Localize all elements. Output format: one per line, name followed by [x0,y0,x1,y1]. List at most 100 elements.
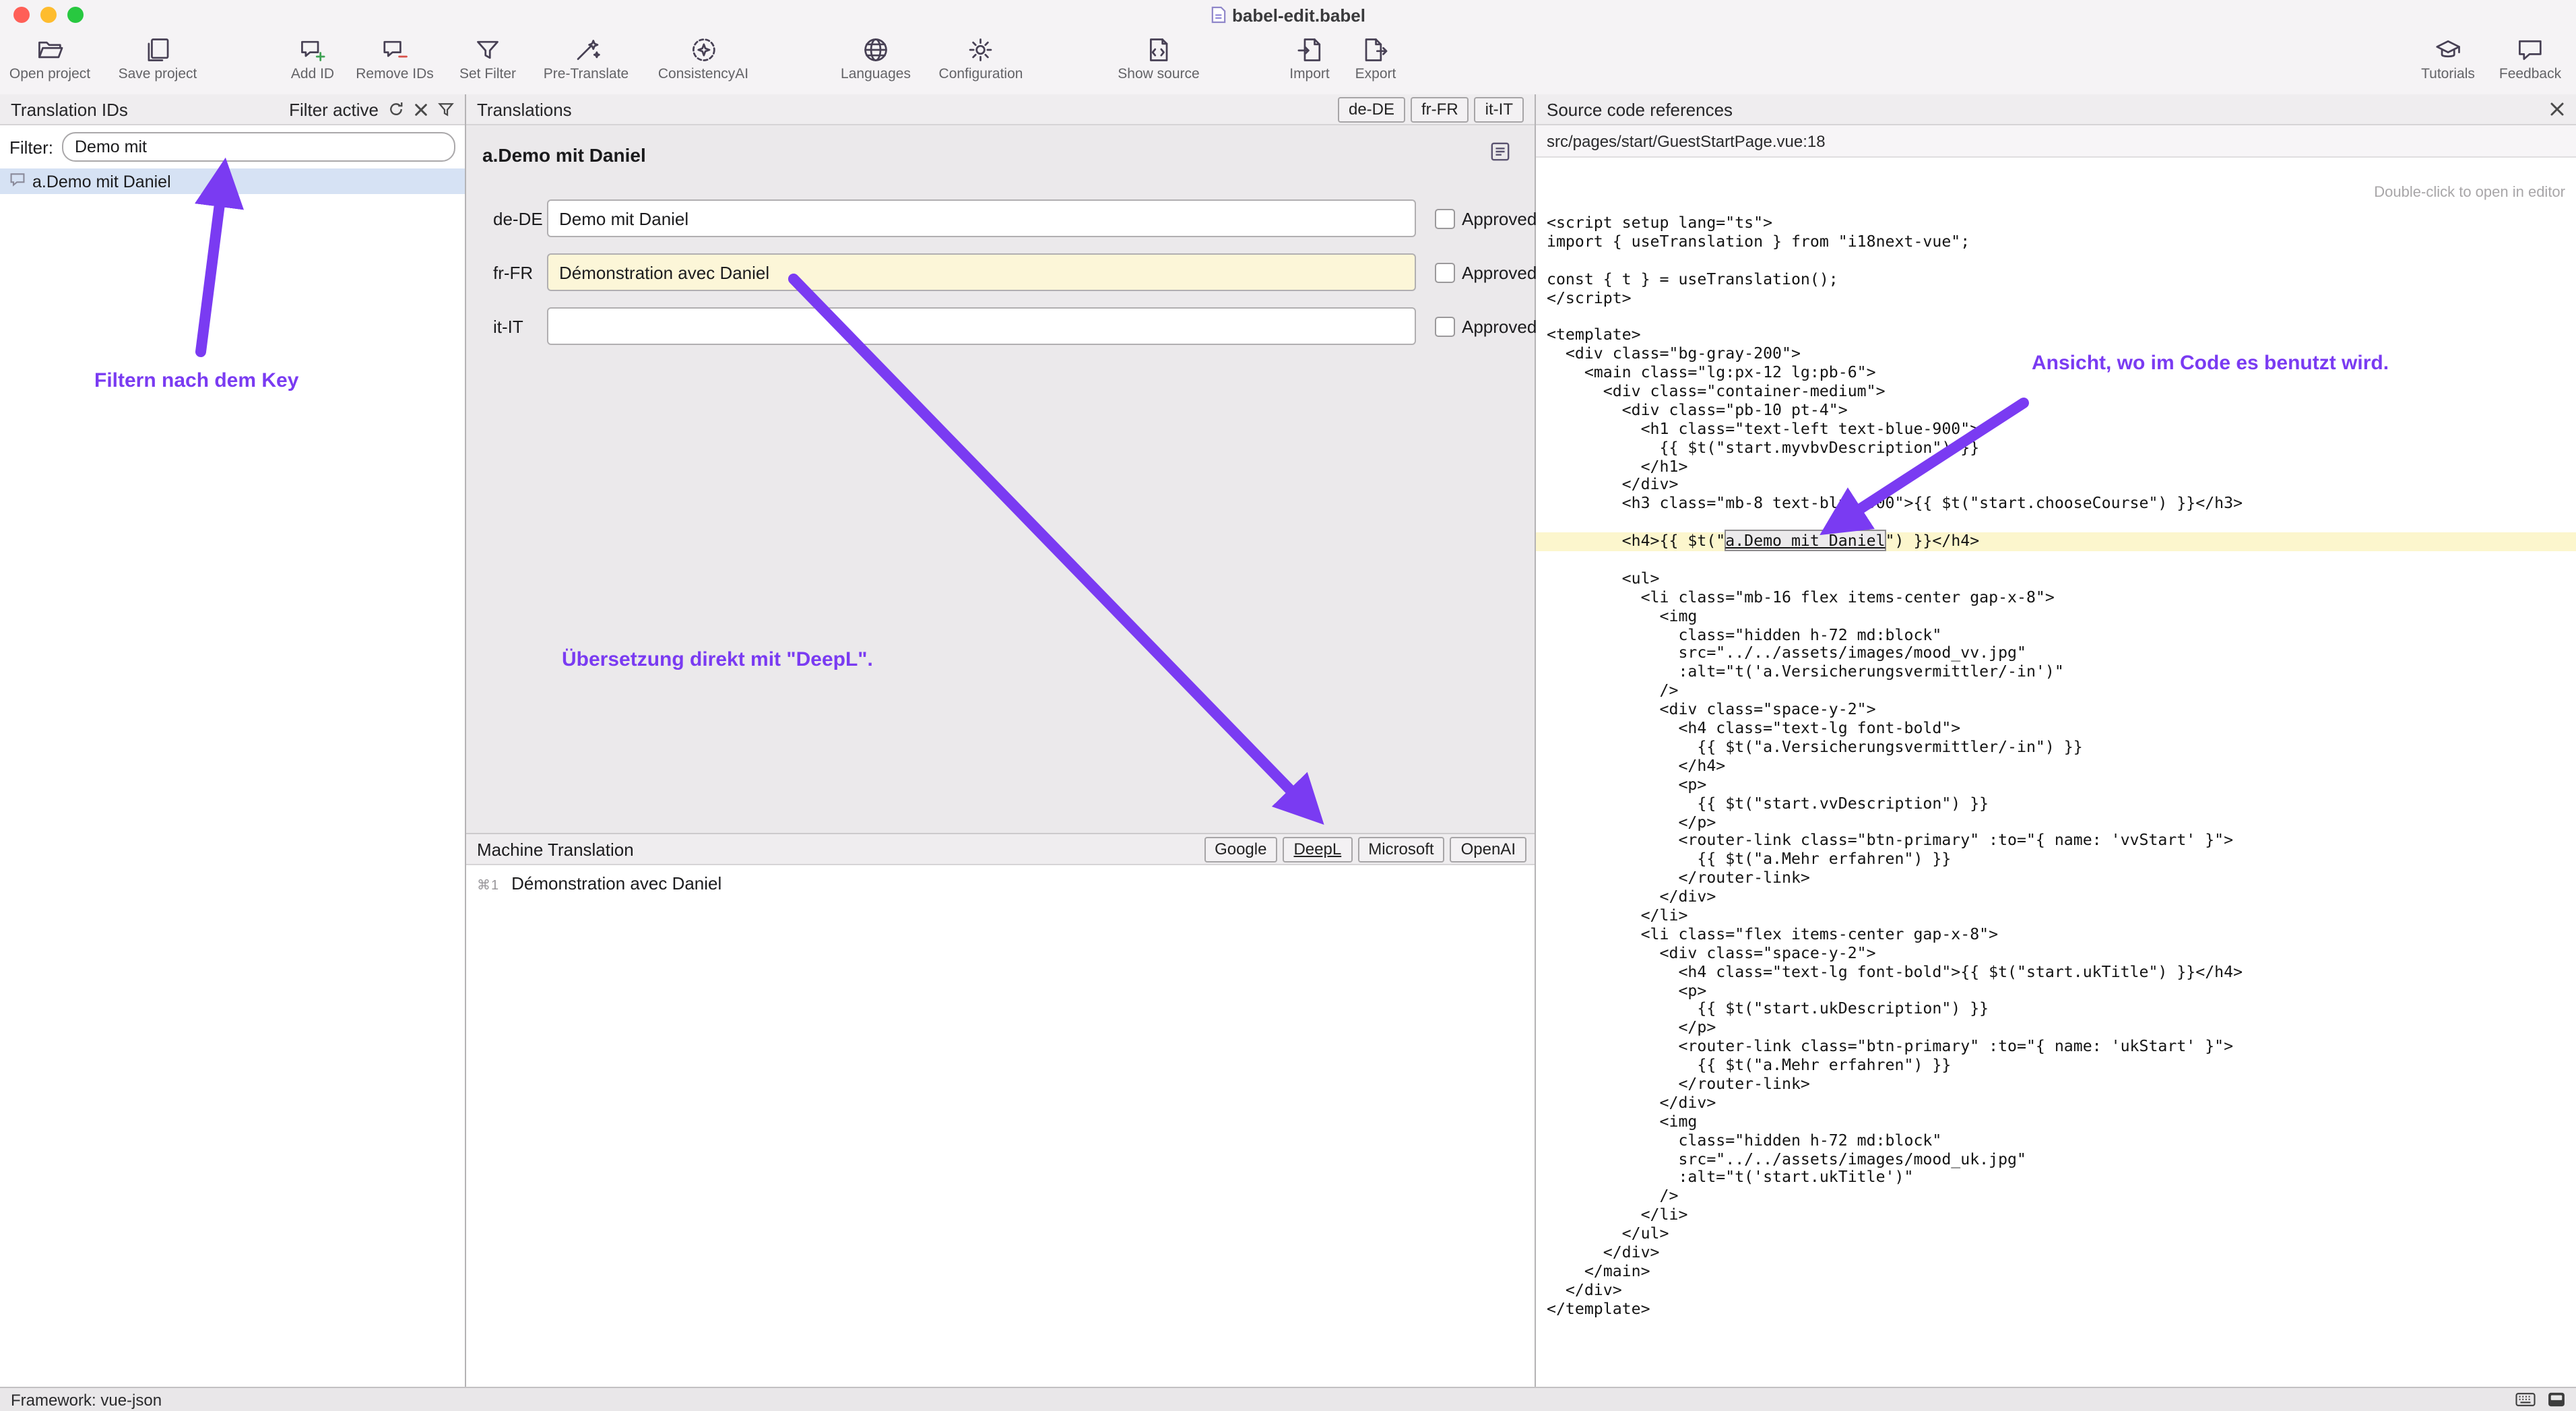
code-line: {{ $t("start.vvDescription") }} [1536,794,2576,813]
framework-label: Framework: vue-json [11,1390,162,1409]
code-line: </div> [1536,888,2576,907]
code-line: <div class="space-y-2"> [1536,944,2576,963]
translation-ids-title: Translation IDs [11,99,128,119]
toolbar-label: Open project [9,66,90,82]
approved-label: Approved [1462,208,1537,228]
toolbar-open-project[interactable]: Open project [9,34,90,82]
language-tab-de-DE[interactable]: de-DE [1338,96,1405,122]
code-line: {{ $t("a.Versicherungsvermittler/-in") }… [1536,739,2576,757]
app-window: babel-edit.babel Open project Save projec… [0,0,2576,1411]
code-line: </router-link> [1536,869,2576,888]
source-file-reference-text: src/pages/start/GuestStartPage.vue:18 [1547,131,1826,150]
language-label: de-DE [493,208,547,228]
wand-icon [573,34,600,65]
toolbar-export[interactable]: Export [1355,34,1396,82]
translation-id-item[interactable]: a.Demo mit Daniel [0,168,465,194]
save-icon [144,34,171,65]
toolbar-consistency-ai[interactable]: ConsistencyAI [658,34,748,82]
toolbar-tutorials[interactable]: Tutorials [2421,34,2475,82]
code-line: </li> [1536,1206,2576,1225]
translation-input-fr-FR[interactable] [547,253,1416,291]
filter-input[interactable] [61,132,455,162]
translation-input-it-IT[interactable] [547,307,1416,345]
graduation-cap-icon [2435,34,2461,65]
translations-panel: Translations de-DEfr-FRit-IT a.Demo mit … [466,94,1536,1388]
code-line: <router-link class="btn-primary" :to="{ … [1536,832,2576,851]
toolbar-pre-translate[interactable]: Pre-Translate [544,34,629,82]
code-line: <h4 class="text-lg font-bold">{{ $t("sta… [1536,963,2576,982]
toolbar-import[interactable]: Import [1289,34,1330,82]
code-line: const { t } = useTranslation(); [1536,270,2576,289]
highlighted-translation-key[interactable]: a.Demo mit Daniel [1725,531,1885,550]
filter-icon[interactable] [438,101,454,117]
import-icon [1296,34,1323,65]
toolbar-languages[interactable]: Languages [841,34,911,82]
screen-icon[interactable] [2548,1392,2565,1407]
approved-label: Approved [1462,316,1537,336]
mt-providers: Google DeepL Microsoft OpenAI [1204,836,1526,862]
annotation-source-note: Ansicht, wo im Code es benutzt wird. [2032,352,2389,375]
code-line: </p> [1536,813,2576,832]
mt-provider-openai[interactable]: OpenAI [1450,836,1526,862]
speech-bubble-icon [2517,34,2544,65]
approved-checkbox[interactable] [1435,262,1455,282]
toolbar-label: Configuration [939,66,1023,82]
comment-note-icon[interactable] [1490,142,1510,168]
code-line: </h1> [1536,458,2576,476]
translation-ids-header: Translation IDs Filter active [0,94,465,125]
approved-checkbox[interactable] [1435,316,1455,336]
mt-result-row[interactable]: ⌘1Démonstration avec Daniel [477,873,721,893]
code-line: class="hidden h-72 md:block" [1536,1131,2576,1150]
code-line: </ul> [1536,1225,2576,1244]
approved-control: Approved [1435,316,1537,336]
code-line: class="hidden h-72 md:block" [1536,626,2576,645]
code-line: <script setup lang="ts"> [1536,214,2576,233]
toolbar-feedback[interactable]: Feedback [2499,34,2561,82]
mt-shortcut-badge: ⌘1 [477,879,499,893]
translation-input-de-DE[interactable] [547,199,1416,237]
language-tab-it-IT[interactable]: it-IT [1475,96,1524,122]
toolbar-save-project[interactable]: Save project [119,34,197,82]
keyboard-icon[interactable] [2515,1392,2536,1407]
mt-provider-google[interactable]: Google [1204,836,1277,862]
translations-header: Translations de-DEfr-FRit-IT [466,94,1535,125]
code-line: <router-link class="btn-primary" :to="{ … [1536,1038,2576,1057]
translation-id-list: a.Demo mit Daniel [0,162,465,194]
export-icon [1362,34,1389,65]
window-title-text: babel-edit.babel [1232,5,1365,25]
toolbar-remove-ids[interactable]: Remove IDs [356,34,434,82]
code-line: {{ $t("start.myvbvDescription") }} [1536,439,2576,458]
mt-provider-deepl[interactable]: DeepL [1283,836,1352,862]
toolbar-set-filter[interactable]: Set Filter [459,34,516,82]
source-header-title: Source code references [1547,99,1733,119]
code-line: :alt="t('start.ukTitle')" [1536,1169,2576,1188]
code-line: <p> [1536,776,2576,794]
toolbar-label: Import [1289,66,1330,82]
close-panel-icon[interactable] [2549,101,2565,117]
toolbar-configuration[interactable]: Configuration [939,34,1023,82]
code-line [1536,551,2576,570]
language-tab-fr-FR[interactable]: fr-FR [1411,96,1469,122]
mt-provider-microsoft[interactable]: Microsoft [1357,836,1444,862]
toolbar-label: ConsistencyAI [658,66,748,82]
toolbar-add-id[interactable]: Add ID [291,34,334,82]
code-line: /> [1536,1188,2576,1207]
refresh-filter-icon[interactable] [388,101,404,117]
language-tab-label: it-IT [1485,100,1513,119]
main-content: Translation IDs Filter active Filter: a.… [0,94,2576,1388]
source-file-reference[interactable]: src/pages/start/GuestStartPage.vue:18 [1536,125,2576,158]
approved-checkbox[interactable] [1435,208,1455,228]
code-line: <h4 class="text-lg font-bold"> [1536,720,2576,739]
toolbar-show-source[interactable]: Show source [1118,34,1199,82]
mt-provider-label: Google [1215,840,1266,858]
code-wrap: Double-click to open in editor <script s… [1536,158,2576,1388]
code-line: {{ $t("start.ukDescription") }} [1536,1001,2576,1020]
toolbar-label: Show source [1118,66,1199,82]
code-line: import { useTranslation } from "i18next-… [1536,233,2576,252]
code-line: </div> [1536,476,2576,495]
mt-provider-label: Microsoft [1368,840,1434,858]
code-line: {{ $t("a.Mehr erfahren") }} [1536,851,2576,870]
titlebar: babel-edit.babel [0,0,2576,30]
code-line: </h4> [1536,757,2576,776]
clear-filter-icon[interactable] [414,102,428,117]
